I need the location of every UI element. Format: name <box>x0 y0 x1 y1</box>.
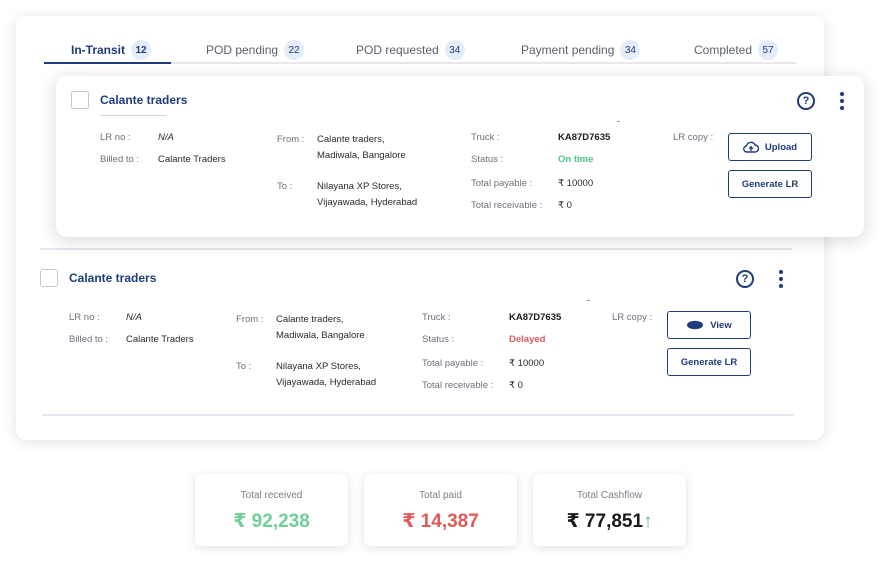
generate-lr-button[interactable]: Generate LR <box>728 170 812 198</box>
tab-count-badge: 12 <box>131 40 152 60</box>
tab-count-badge: 34 <box>620 40 641 60</box>
total-payable-value: ₹ 10000 <box>509 358 545 369</box>
help-icon: ? <box>797 92 815 110</box>
tab-completed[interactable]: Completed 57 <box>694 36 779 64</box>
help-button[interactable]: ? <box>796 91 816 111</box>
billed-to-value: Calante Traders <box>158 154 226 165</box>
tab-label: Completed <box>694 43 753 57</box>
company-underline <box>100 115 166 116</box>
tab-label: POD requested <box>356 43 439 57</box>
total-received-value: ₹ 92,238 <box>233 511 310 532</box>
view-button-label: View <box>710 319 732 331</box>
from-address-line1: Calante traders, <box>317 134 385 145</box>
upload-cloud-icon <box>742 141 759 153</box>
billed-to-label: Billed to : <box>100 154 140 165</box>
tab-label: Payment pending <box>521 43 615 57</box>
tab-payment-pending[interactable]: Payment pending 34 <box>521 36 641 64</box>
active-tab-indicator <box>44 62 171 64</box>
billed-to-value: Calante Traders <box>126 334 194 345</box>
lr-copy-label: LR copy : <box>673 132 714 143</box>
tab-pod-requested[interactable]: POD requested 34 <box>356 36 465 64</box>
eye-icon <box>687 320 704 330</box>
status-value: Delayed <box>509 334 546 345</box>
upload-lr-button[interactable]: Upload <box>728 133 812 161</box>
view-lr-button[interactable]: View <box>667 311 751 339</box>
billed-to-label: Billed to : <box>69 334 109 345</box>
from-address-line1: Calante traders, <box>276 314 344 325</box>
kebab-menu-icon <box>840 92 844 110</box>
to-label: To : <box>236 361 252 372</box>
status-tabs: In-Transit 12 POD pending 22 POD request… <box>44 36 796 64</box>
shipment-row: Calante traders ? LR no : N/A Billed to … <box>40 260 800 410</box>
row-checkbox[interactable] <box>40 269 58 287</box>
lr-no-value: N/A <box>158 132 174 143</box>
tab-count-badge: 22 <box>284 40 305 60</box>
lr-copy-label: LR copy : <box>612 312 653 323</box>
total-payable-label: Total payable : <box>422 358 484 369</box>
more-options-button[interactable] <box>832 91 852 111</box>
lr-no-label: LR no : <box>69 312 100 323</box>
kebab-menu-icon <box>779 270 783 288</box>
total-paid-card: Total paid ₹ 14,387 <box>364 474 517 546</box>
lr-no-label: LR no : <box>100 132 131 143</box>
help-icon: ? <box>736 270 754 288</box>
total-receivable-value: ₹ 0 <box>509 380 523 391</box>
status-value: On time <box>558 154 594 165</box>
total-cashflow-card: Total Cashflow ₹ 77,851↑ <box>533 474 686 546</box>
upload-button-label: Upload <box>764 141 798 153</box>
generate-lr-label: Generate LR <box>741 178 799 190</box>
truck-label: Truck : <box>422 312 451 323</box>
lr-no-value: N/A <box>126 312 142 323</box>
more-options-button[interactable] <box>771 269 791 289</box>
generate-lr-label: Generate LR <box>680 356 738 368</box>
decorative-dot <box>617 121 620 122</box>
total-receivable-label: Total receivable : <box>422 380 494 391</box>
total-paid-label: Total paid <box>419 490 462 501</box>
row-divider <box>40 248 792 250</box>
total-receivable-value: ₹ 0 <box>558 200 572 211</box>
decorative-dot <box>587 300 590 301</box>
to-address-line1: Nilayana XP Stores, <box>276 361 361 372</box>
generate-lr-button[interactable]: Generate LR <box>667 348 751 376</box>
company-name: Calante traders <box>100 93 188 107</box>
tab-count-badge: 57 <box>758 40 779 60</box>
total-payable-label: Total payable : <box>471 178 533 189</box>
status-label: Status : <box>422 334 455 345</box>
from-label: From : <box>277 134 305 145</box>
truck-number: KA87D7635 <box>509 312 562 323</box>
from-label: From : <box>236 314 264 325</box>
from-address-line2: Madiwala, Bangalore <box>317 150 406 161</box>
total-receivable-label: Total receivable : <box>471 200 543 211</box>
to-address-line1: Nilayana XP Stores, <box>317 181 402 192</box>
total-received-label: Total received <box>240 490 303 501</box>
total-received-card: Total received ₹ 92,238 <box>195 474 348 546</box>
tab-label: POD pending <box>206 43 279 57</box>
shipment-row: Calante traders ? LR no : N/A Billed to … <box>56 76 864 237</box>
tab-in-transit[interactable]: In-Transit 12 <box>71 36 152 64</box>
truck-label: Truck : <box>471 132 500 143</box>
from-address-line2: Madiwala, Bangalore <box>276 330 365 341</box>
to-address-line2: Vijayawada, Hyderabad <box>276 377 377 388</box>
total-cashflow-label: Total Cashflow <box>576 490 643 501</box>
total-paid-value: ₹ 14,387 <box>402 511 479 532</box>
tab-count-badge: 34 <box>444 40 465 60</box>
trend-up-arrow-icon: ↑ <box>643 511 653 532</box>
total-payable-value: ₹ 10000 <box>558 178 594 189</box>
help-button[interactable]: ? <box>735 269 755 289</box>
row-checkbox[interactable] <box>71 91 89 109</box>
status-label: Status : <box>471 154 504 165</box>
truck-number: KA87D7635 <box>558 132 611 143</box>
total-cashflow-value: ₹ 77,851 <box>566 511 644 532</box>
tab-pod-pending[interactable]: POD pending 22 <box>206 36 305 64</box>
tab-label: In-Transit <box>71 43 126 57</box>
company-name: Calante traders <box>69 271 157 285</box>
total-cashflow-value-group: ₹ 77,851↑ <box>533 510 686 533</box>
to-address-line2: Vijayawada, Hyderabad <box>317 197 418 208</box>
to-label: To : <box>277 181 293 192</box>
row-divider <box>42 414 794 416</box>
